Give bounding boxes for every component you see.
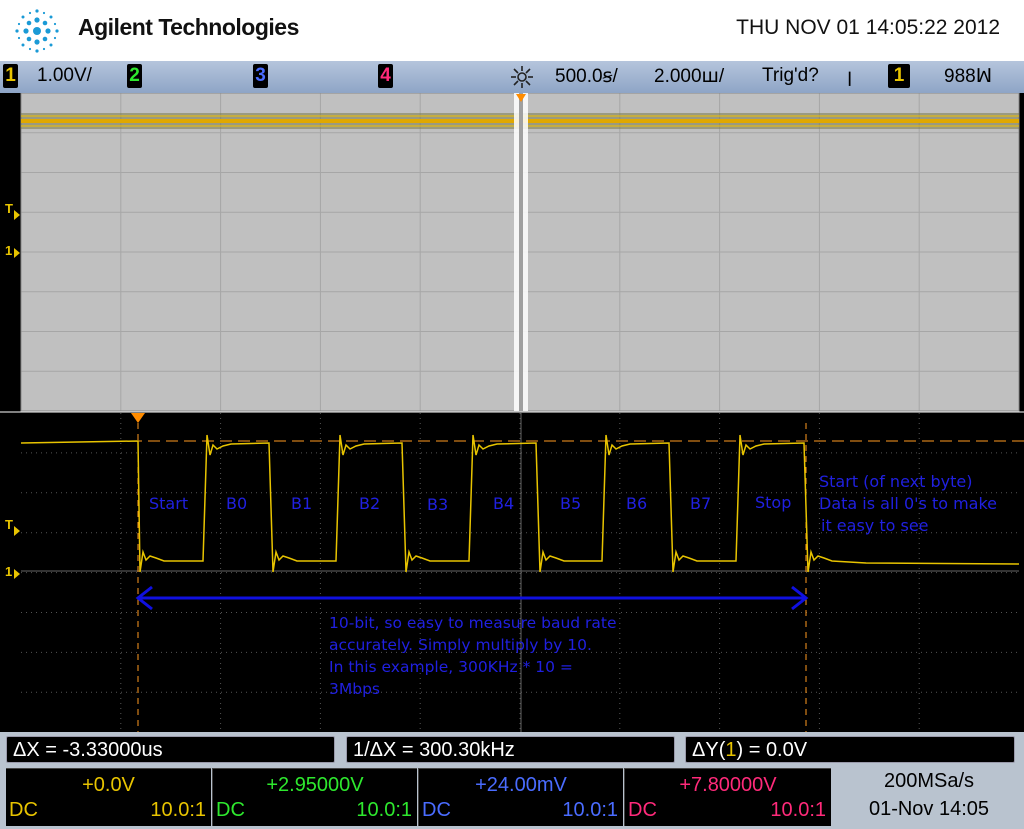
note-line: it easy to see bbox=[821, 516, 929, 535]
channel-1-indicator[interactable]: 1 bbox=[3, 64, 18, 88]
bit-label-stop: Stop bbox=[755, 493, 792, 512]
trigger-level-marker-zoom: T bbox=[5, 517, 13, 532]
bit-label-b0: B0 bbox=[226, 494, 248, 513]
zoom-timebase-scale[interactable]: 2.000ꟺ/ bbox=[654, 65, 724, 88]
bit-label-b5: B5 bbox=[560, 494, 582, 513]
channel-2-indicator[interactable]: 2 bbox=[127, 64, 142, 88]
ch1-offset: +0.0V bbox=[82, 774, 135, 796]
acquisition-run-icon bbox=[511, 66, 533, 88]
ch1-probe: 10.0:1 bbox=[150, 799, 206, 821]
bit-label-b1: B1 bbox=[291, 494, 313, 513]
channel-2-box[interactable]: +2.95000V DC 10.0:1 bbox=[212, 768, 417, 826]
note-line: accurately. Simply multiply by 10. bbox=[329, 636, 592, 654]
trigger-level-marker-main: T bbox=[5, 201, 13, 216]
trigger-slope-icon[interactable]: ꞁ bbox=[847, 65, 852, 88]
ch2-offset: +2.95000V bbox=[266, 774, 364, 796]
bit-label-start: Start bbox=[149, 494, 189, 513]
acquisition-timestamp: 01-Nov 14:05 bbox=[868, 798, 990, 820]
timebase-scale[interactable]: 500.0ꞩ/ bbox=[555, 65, 618, 88]
bit-label-b2: B2 bbox=[359, 494, 381, 513]
delta-y-readout[interactable]: ΔY(1) = 0.0V bbox=[685, 736, 1015, 763]
ch4-probe: 10.0:1 bbox=[770, 799, 826, 821]
channel-4-box[interactable]: +7.80000V DC 10.0:1 bbox=[624, 768, 831, 826]
ch1-ground-marker-main: 1 bbox=[5, 243, 13, 258]
inverse-delta-x-readout[interactable]: 1/ΔX = 300.30kHz bbox=[346, 736, 675, 763]
sample-rate: 200MSa/s bbox=[883, 770, 975, 792]
trigger-arrow-icon bbox=[14, 210, 20, 220]
ch1-vertical-scale[interactable]: 1.00V/ bbox=[37, 65, 92, 87]
channel-3-indicator[interactable]: 3 bbox=[253, 64, 268, 88]
ch2-coupling: DC bbox=[216, 799, 245, 821]
baud-measure-arrow bbox=[135, 585, 809, 611]
channel-1-box[interactable]: +0.0V DC 10.0:1 bbox=[6, 768, 211, 826]
date-time: THU NOV 01 14:05:22 2012 bbox=[736, 16, 1000, 39]
trigger-position-marker bbox=[131, 413, 145, 423]
ground-arrow-icon bbox=[14, 569, 20, 579]
brand-name: Agilent Technologies bbox=[78, 14, 299, 40]
note-line: Start (of next byte) bbox=[819, 472, 973, 491]
header-bar: Agilent Technologies THU NOV 01 14:05:22… bbox=[0, 0, 1024, 61]
ch4-coupling: DC bbox=[628, 799, 657, 821]
ch1-coupling: DC bbox=[9, 799, 38, 821]
delta-y-value: ) = 0.0V bbox=[736, 739, 808, 761]
status-bar: 1 1.00V/ 2 3 4 500.0ꞩ/ 2.000ꟺ/ Trig'd? ꞁ… bbox=[0, 61, 1024, 94]
delta-y-prefix: ΔY( bbox=[692, 739, 726, 761]
measurement-panel: ΔX = -3.33000us 1/ΔX = 300.30kHz ΔY(1) =… bbox=[0, 732, 1024, 829]
note-line: Data is all 0's to make bbox=[819, 494, 998, 513]
ch3-offset: +24.00mV bbox=[475, 774, 567, 796]
next-byte-note: Start (of next byte) Data is all 0's to … bbox=[819, 471, 997, 537]
bit-label-b7: B7 bbox=[690, 494, 712, 513]
ch3-coupling: DC bbox=[422, 799, 451, 821]
trigger-status: Trig'd? bbox=[762, 65, 819, 86]
trigger-level[interactable]: 988ꟽ bbox=[944, 65, 992, 88]
ch3-probe: 10.0:1 bbox=[562, 799, 618, 821]
ch2-probe: 10.0:1 bbox=[356, 799, 412, 821]
trigger-source-indicator[interactable]: 1 bbox=[888, 64, 910, 88]
bit-label-b4: B4 bbox=[493, 494, 515, 513]
channel-4-indicator[interactable]: 4 bbox=[378, 64, 393, 88]
trigger-arrow-icon bbox=[14, 526, 20, 536]
baud-rate-note: 10-bit, so easy to measure baud rate acc… bbox=[329, 612, 617, 700]
note-line: 10-bit, so easy to measure baud rate bbox=[329, 614, 617, 632]
delta-x-readout[interactable]: ΔX = -3.33000us bbox=[6, 736, 335, 763]
note-line: In this example, 300KHz * 10 = bbox=[329, 658, 573, 676]
ch4-offset: +7.80000V bbox=[679, 774, 777, 796]
agilent-spark-logo bbox=[15, 9, 59, 53]
ch1-ground-marker-zoom: 1 bbox=[5, 564, 13, 579]
note-line: 3Mbps bbox=[329, 680, 380, 698]
waveform-display[interactable]: T 1 T 1 Start B0 B1 B2 B3 B4 B5 B6 B7 St… bbox=[0, 93, 1024, 732]
delta-y-source: 1 bbox=[725, 739, 737, 761]
channel-3-box[interactable]: +24.00mV DC 10.0:1 bbox=[418, 768, 623, 826]
ground-arrow-icon bbox=[14, 248, 20, 258]
bit-label-b3: B3 bbox=[427, 495, 449, 514]
bit-label-b6: B6 bbox=[626, 494, 648, 513]
